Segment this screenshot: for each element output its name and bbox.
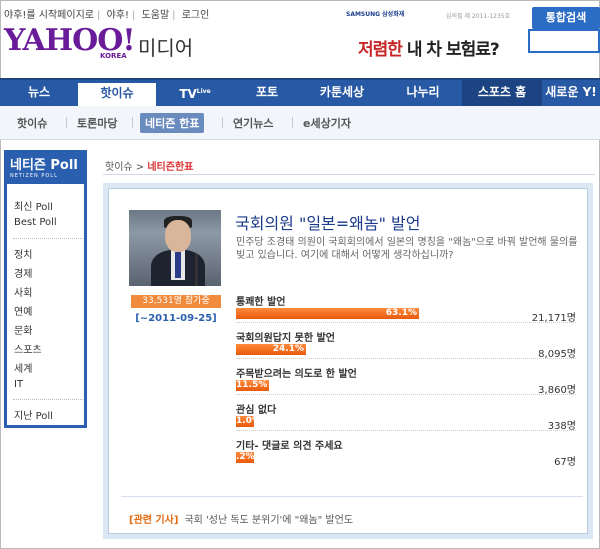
option-count: 67명 <box>554 457 576 468</box>
related-title: 국회 '성난 독도 분위기'에 "왜놈" 발언도 <box>184 515 354 526</box>
sub-nav: 핫이슈 토론마당 네티즌 한표 연기뉴스 e세상기자 <box>0 106 600 140</box>
sidebar-item-entertainment[interactable]: 연예 <box>14 303 32 318</box>
utility-links: 야후!를 시작페이지로 | 야후! | 도움말 | 로그인 <box>4 10 210 21</box>
participants-badge: 33,531명 참가중 <box>131 295 221 308</box>
sidebar-item-economy[interactable]: 경제 <box>14 265 32 280</box>
sidebar-item-culture[interactable]: 문화 <box>14 322 32 337</box>
main-nav: 뉴스 핫이슈 TVLive 포토 카툰세상 나누리 스포츠 홈 새로운 Y! <box>0 78 600 106</box>
breadcrumb-separator: > <box>135 162 148 173</box>
nav-sports-home[interactable]: 스포츠 홈 <box>462 80 542 106</box>
breadcrumb-parent[interactable]: 핫이슈 <box>105 162 133 173</box>
nav-tv[interactable]: TVLive <box>156 80 234 106</box>
poll-option[interactable]: 기타- 댓글로 의견 주세요 .2% 67명 <box>236 437 576 468</box>
option-label: 통쾌한 발언 <box>236 297 286 308</box>
search-input[interactable] <box>528 29 600 53</box>
subnav-celeb-news[interactable]: 연기뉴스 <box>233 115 273 131</box>
poll-option[interactable]: 통쾌한 발언 63.1% 21,171명 <box>236 293 576 324</box>
logo-korea: KOREA <box>100 52 127 60</box>
poll-option[interactable]: 관심 없다 1.0% 338명 <box>236 401 576 432</box>
sidebar-item-politics[interactable]: 정치 <box>14 246 32 261</box>
option-label: 국회의원답지 못한 발언 <box>236 333 335 344</box>
insurance-ad[interactable]: 저렴한 내 차 보험료? <box>358 35 500 60</box>
sidebar-item-it[interactable]: IT <box>14 379 23 390</box>
subnav-hot-issue[interactable]: 핫이슈 <box>17 115 47 131</box>
ad-highlight: 저렴한 <box>358 40 403 60</box>
breadcrumb-current: 네티즌한표 <box>147 162 194 173</box>
option-label: 관심 없다 <box>236 405 277 416</box>
nav-photo[interactable]: 포토 <box>234 80 300 106</box>
nav-news[interactable]: 뉴스 <box>0 80 78 106</box>
set-homepage-link[interactable]: 야후!를 시작페이지로 <box>4 10 94 21</box>
poll-content: 33,531명 참가중 [~2011-09-25] 국회의원 "일본=왜놈" 발… <box>108 188 588 534</box>
login-link[interactable]: 로그인 <box>182 10 210 21</box>
option-label: 기타- 댓글로 의견 주세요 <box>236 441 343 452</box>
nav-nanuri[interactable]: 나누리 <box>384 80 462 106</box>
subnav-netizen-vote[interactable]: 네티즌 한표 <box>140 113 205 133</box>
sidebar-item-best[interactable]: Best Poll <box>14 217 57 228</box>
poll-photo <box>129 210 221 286</box>
breadcrumb: 핫이슈 > 네티즌한표 <box>105 158 193 173</box>
ad-text: 내 차 보험료? <box>401 40 500 60</box>
poll-option[interactable]: 국회의원답지 못한 발언 24.1% 8,095명 <box>236 329 576 360</box>
option-percent: 24.1% <box>272 344 304 354</box>
sponsor-logo[interactable]: SAMSUNG 삼성화재 <box>346 9 404 18</box>
sidebar-item-world[interactable]: 세계 <box>14 360 32 375</box>
poll-description: 민주당 조경태 의원이 국회회의에서 일본의 명칭을 "왜놈"으로 바꿔 발언해… <box>236 237 578 261</box>
poll-title: 국회의원 "일본=왜놈" 발언 <box>235 214 421 233</box>
ad-notice: 심의필 제 2011-1235호 <box>446 13 511 20</box>
subnav-debate[interactable]: 토론마당 <box>77 115 117 131</box>
sidebar-title: 네티즌 Poll <box>10 158 78 173</box>
option-percent: 63.1% <box>385 308 417 318</box>
nav-cartoon[interactable]: 카툰세상 <box>300 80 384 106</box>
related-tag: [관련 기사] <box>129 515 179 526</box>
sidebar-item-society[interactable]: 사회 <box>14 284 32 299</box>
section-title-media[interactable]: 미디어 <box>138 32 193 61</box>
sidebar-header: 네티즌 Poll NETIZEN POLL <box>4 150 87 184</box>
option-percent: 1.0% <box>236 416 261 426</box>
poll-panel: 33,531명 참가중 [~2011-09-25] 국회의원 "일본=왜놈" 발… <box>103 183 593 539</box>
sidebar-menu: 최신 Poll Best Poll 정치 경제 사회 연예 문화 스포츠 세계 … <box>4 184 87 428</box>
option-label: 주목받으려는 의도로 한 발언 <box>236 369 357 380</box>
sidebar-subtitle: NETIZEN POLL <box>10 173 58 179</box>
nav-hot-issue[interactable]: 핫이슈 <box>78 80 156 106</box>
nav-tv-label: TV <box>179 87 197 101</box>
poll-option[interactable]: 주목받으려는 의도로 한 발언 11.5% 3,860명 <box>236 365 576 396</box>
sidebar-item-sports[interactable]: 스포츠 <box>14 341 42 356</box>
related-article[interactable]: [관련 기사] 국회 '성난 독도 분위기'에 "왜놈" 발언도 <box>129 511 353 526</box>
help-link[interactable]: 도움말 <box>142 10 170 21</box>
yahoo-link[interactable]: 야후! <box>107 10 129 21</box>
poll-period: [~2011-09-25] <box>135 313 217 324</box>
sidebar-item-past[interactable]: 지난 Poll <box>14 407 53 422</box>
option-percent: 11.5% <box>236 380 268 390</box>
integrated-search-button[interactable]: 통합검색 <box>532 7 600 29</box>
nav-tv-live: Live <box>196 88 211 95</box>
nav-new-yahoo[interactable]: 새로운 Y! <box>542 80 600 106</box>
subnav-e-reporter[interactable]: e세상기자 <box>303 115 351 131</box>
sidebar-item-latest[interactable]: 최신 Poll <box>14 198 53 213</box>
option-percent: .2% <box>236 452 255 462</box>
